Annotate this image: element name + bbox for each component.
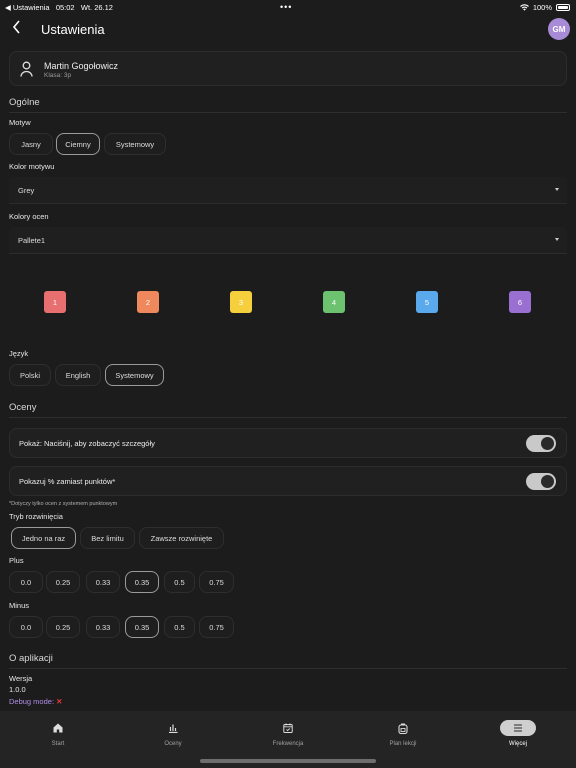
person-icon [20,61,33,77]
theme-option-light[interactable]: Jasny [9,133,53,155]
theme-color-value: Grey [18,186,35,195]
version-label: Wersja [9,674,33,683]
minus-option[interactable]: 0.33 [86,616,120,638]
theme-color-label: Kolor motywu [9,162,55,171]
back-to-app-link[interactable]: ◀ Ustawienia [5,3,50,12]
plus-option[interactable]: 0.75 [199,571,234,593]
plus-option[interactable]: 0.5 [164,571,195,593]
caret-down-icon [555,188,559,191]
divider [9,417,567,418]
grade-color-swatch-2: 2 [137,291,159,313]
expand-mode-label: Tryb rozwinięcia [9,512,63,521]
nav-item-start[interactable]: Start [18,721,98,747]
backpack-icon [398,723,408,734]
theme-option-dark[interactable]: Ciemny [56,133,100,155]
minus-option[interactable]: 0.25 [46,616,80,638]
plus-option[interactable]: 0.0 [9,571,43,593]
back-button[interactable] [12,20,21,39]
plus-option[interactable]: 0.33 [86,571,120,593]
plus-label: Plus [9,556,24,565]
status-right: 100% [519,3,570,12]
expand-option-unlimited[interactable]: Bez limitu [80,527,135,549]
cross-icon: ✕ [56,697,63,706]
status-bar: ◀ Ustawienia 05:02 Wt. 26.12 ••• 100% [0,0,576,14]
grade-color-swatch-4: 4 [323,291,345,313]
grade-color-swatch-1: 1 [44,291,66,313]
nav-item-more[interactable]: Więcej [478,719,558,747]
minus-option[interactable]: 0.0 [9,616,43,638]
minus-option-selected[interactable]: 0.35 [125,616,159,638]
grade-colors-dropdown[interactable]: Pallete1 [9,227,567,254]
show-details-label: Pokaż: Naciśnij, aby zobaczyć szczegóły [19,439,155,448]
calendar-icon [283,723,293,733]
battery-icon [556,4,570,11]
status-time: 05:02 [55,3,75,12]
nav-item-schedule[interactable]: Plan lekcji [363,721,443,747]
nav-item-grades[interactable]: Oceny [133,721,213,747]
language-option-english[interactable]: English [55,364,101,386]
section-general-title: Ogólne [9,97,40,108]
show-percent-label: Pokazuj % zamiast punktów* [19,477,116,486]
active-indicator [500,719,536,736]
expand-option-always[interactable]: Zawsze rozwinięte [139,527,224,549]
menu-icon [514,723,522,732]
status-left: ◀ Ustawienia 05:02 Wt. 26.12 [5,3,113,12]
debug-mode: Debug mode: ✕ [9,697,62,706]
divider [9,668,567,669]
minus-option[interactable]: 0.5 [164,616,195,638]
multitask-dots[interactable]: ••• [280,2,292,12]
show-details-toggle[interactable] [526,435,556,452]
theme-option-system[interactable]: Systemowy [104,133,166,155]
grade-color-swatch-5: 5 [416,291,438,313]
expand-option-one[interactable]: Jedno na raz [11,527,76,549]
status-date: Wt. 26.12 [80,3,113,12]
header: Ustawienia GM [0,18,576,44]
divider [9,112,567,113]
profile-card[interactable]: Martin Gogołowicz Klasa: 3p [9,51,567,86]
profile-class: Klasa: 3p [44,72,72,79]
avatar[interactable]: GM [548,18,570,40]
theme-label: Motyw [9,118,31,127]
grade-color-swatch-6: 6 [509,291,531,313]
wifi-icon [519,4,529,11]
nav-item-attendance[interactable]: Frekwencja [248,721,328,747]
nav-label: Start [51,741,65,747]
battery-percent: 100% [532,3,552,12]
language-option-system[interactable]: Systemowy [105,364,164,386]
nav-label: Więcej [508,741,527,747]
caret-down-icon [555,238,559,241]
home-indicator[interactable] [200,759,376,763]
debug-mode-label: Debug mode: [9,697,55,706]
version-value: 1.0.0 [9,685,26,694]
home-icon [53,723,63,733]
minus-option[interactable]: 0.75 [199,616,234,638]
show-details-row: Pokaż: Naciśnij, aby zobaczyć szczegóły [9,428,567,458]
section-about-title: O aplikacji [9,653,53,664]
points-note: *Dotyczy tylko ocen z systemem punktowym [9,501,118,507]
plus-option-selected[interactable]: 0.35 [125,571,159,593]
chevron-left-icon [12,20,20,34]
language-option-polish[interactable]: Polski [9,364,51,386]
nav-label: Plan lekcji [389,741,417,747]
grade-colors-label: Kolory ocen [9,212,49,221]
grade-color-swatch-3: 3 [230,291,252,313]
language-label: Język [9,349,29,358]
plus-option[interactable]: 0.25 [46,571,80,593]
minus-label: Minus [9,601,30,610]
section-grades-title: Oceny [9,402,37,413]
show-percent-toggle[interactable] [526,473,556,490]
nav-label: Frekwencja [272,741,304,747]
nav-label: Oceny [164,741,182,747]
show-percent-row: Pokazuj % zamiast punktów* [9,466,567,496]
theme-color-dropdown[interactable]: Grey [9,177,567,204]
profile-name: Martin Gogołowicz [44,61,119,71]
grade-colors-value: Pallete1 [18,236,46,245]
page-title: Ustawienia [41,22,105,37]
chart-icon [169,724,178,733]
